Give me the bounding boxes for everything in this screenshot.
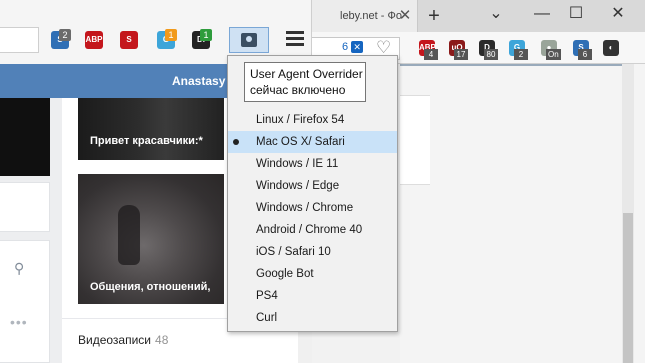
user-agent-option[interactable]: Windows / Chrome (228, 197, 397, 219)
photo-album-thumbnail[interactable] (78, 98, 224, 160)
s-badge-extension-button[interactable]: S6 (572, 38, 594, 60)
search-icon[interactable]: ⚲ (14, 260, 24, 277)
user-agent-option-label: Google Bot (256, 268, 314, 280)
s-badge-badge: 6 (578, 49, 592, 60)
user-agent-tooltip: User Agent Overrider сейчас включено (244, 62, 366, 102)
photo-album-caption[interactable]: Общения, отношений, (90, 281, 210, 293)
background-scrollbar-thumb[interactable] (623, 213, 633, 363)
s-ext-extension-button[interactable]: S2 (49, 27, 73, 53)
user-agent-overrider-button[interactable] (229, 27, 269, 53)
left-card (0, 182, 50, 232)
address-bar[interactable] (0, 27, 39, 53)
background-content-card (400, 95, 430, 185)
disconnect-extension-button[interactable]: D.1 (190, 27, 214, 53)
user-agent-option[interactable]: Curl (228, 307, 397, 329)
user-agent-option-label: Windows / Edge (256, 180, 340, 192)
background-page-content (400, 64, 645, 363)
new-tab-icon[interactable]: + (424, 6, 444, 26)
tooltip-title: User Agent Overrider (250, 67, 363, 81)
user-agent-option-label: Mac OS X/ Safari (256, 136, 345, 148)
block-ext-extension-button[interactable]: S (118, 27, 142, 53)
user-agent-icon (241, 33, 257, 47)
user-agent-option-label: iOS / Safari 10 (256, 246, 331, 258)
abp-badge: 4 (424, 49, 438, 60)
videos-section-link[interactable]: Видеозаписи 48 (78, 333, 168, 347)
user-agent-option-label: Android / Chrome 40 (256, 224, 363, 236)
ublock-extension-button[interactable]: uO 17 (448, 38, 470, 60)
s-ext-badge: 2 (59, 29, 71, 41)
privacy-shield-extension-button[interactable]: ◐ (602, 38, 624, 60)
ghostery-extension-button[interactable]: G1 (155, 27, 179, 53)
disconnect-extension-button[interactable]: D 80 (478, 38, 500, 60)
close-window-icon[interactable]: ✕ (604, 2, 632, 26)
user-agent-option[interactable]: Google Bot (228, 263, 397, 285)
videos-count: 48 (155, 333, 169, 347)
user-agent-option[interactable]: Android / Chrome 40 (228, 219, 397, 241)
abp-extension-button[interactable]: ABP 4 (418, 38, 440, 60)
user-agent-option-label: Linux / Firefox 54 (256, 114, 345, 126)
videos-label: Видеозаписи (78, 333, 152, 347)
selected-radio-icon (233, 139, 239, 145)
ghostery-badge: 2 (514, 49, 528, 60)
ublock-badge: 17 (454, 49, 468, 60)
left-photo-thumbnail[interactable] (0, 98, 50, 176)
user-agent-option-label: Windows / Chrome (256, 202, 354, 214)
user-agent-option[interactable]: Windows / IE 11 (228, 153, 397, 175)
tab-list-icon[interactable]: ⌄ (482, 2, 510, 26)
user-agent-option[interactable]: PS4 (228, 285, 397, 307)
disconnect-badge: 80 (484, 49, 498, 60)
ghostery-badge: 1 (165, 29, 177, 41)
more-dots-icon[interactable]: ••• (10, 314, 28, 330)
user-agent-option[interactable]: Mac OS X/ Safari (228, 131, 397, 153)
user-agent-option[interactable]: Linux / Firefox 54 (228, 109, 397, 131)
photo-album-caption[interactable]: Привет красавчики:* (90, 135, 203, 147)
minimize-icon[interactable]: — (528, 2, 556, 26)
user-agent-option-label: Windows / IE 11 (256, 158, 339, 170)
maximize-icon[interactable]: ☐ (562, 2, 590, 26)
close-badge-icon: ✕ (351, 41, 364, 53)
ghostery-extension-button[interactable]: G2 (508, 38, 530, 60)
tooltip-status: сейчас включено (250, 83, 346, 97)
background-tab-title: leby.net - Фо (340, 10, 402, 22)
user-agent-option-label: PS4 (256, 290, 278, 302)
left-card (0, 240, 50, 363)
adblock-plus-extension-button[interactable]: ABP (83, 27, 107, 53)
photo-figure (118, 205, 140, 265)
on-toggle-badge: On (546, 49, 561, 60)
user-agent-option[interactable]: Windows / Edge (228, 175, 397, 197)
header-username[interactable]: Anastasy (172, 74, 225, 88)
page-loading-line (400, 64, 622, 66)
user-agent-option[interactable]: iOS / Safari 10 (228, 241, 397, 263)
tab-close-icon[interactable]: ✕ (396, 7, 414, 25)
user-agent-option-label: Curl (256, 312, 278, 324)
privacy-shield-icon: ◐ (603, 40, 619, 56)
on-toggle-extension-button[interactable]: ● On (540, 38, 562, 60)
block-ext-icon: S (120, 31, 138, 49)
hamburger-menu-icon[interactable] (286, 31, 304, 49)
adblock-plus-icon: ABP (85, 31, 103, 49)
disconnect-badge: 1 (200, 29, 212, 41)
